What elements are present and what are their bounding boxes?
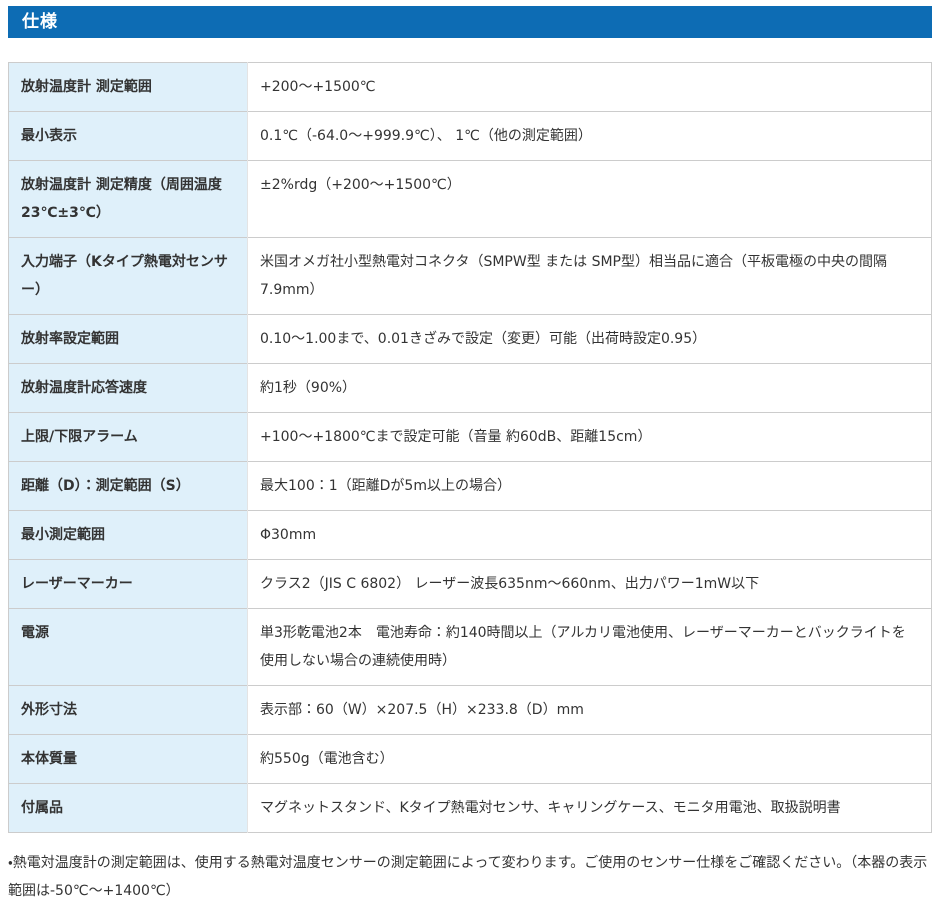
table-row: 放射温度計 測定精度（周囲温度23℃±3℃） ±2%rdg（+200〜+1500…: [9, 161, 932, 238]
spec-value: 米国オメガ社小型熱電対コネクタ（SMPW型 または SMP型）相当品に適合（平板…: [248, 238, 932, 315]
spec-value: 約550g（電池含む）: [248, 735, 932, 784]
table-row: 電源 単3形乾電池2本 電池寿命：約140時間以上（アルカリ電池使用、レーザーマ…: [9, 609, 932, 686]
table-row: レーザーマーカー クラス2（JIS C 6802） レーザー波長635nm〜66…: [9, 560, 932, 609]
spec-page: 仕様 放射温度計 測定範囲 +200〜+1500℃ 最小表示 0.1℃（-64.…: [0, 0, 940, 915]
table-row: 外形寸法 表示部：60（W）×207.5（H）×233.8（D）mm: [9, 686, 932, 735]
spec-label: レーザーマーカー: [9, 560, 248, 609]
spec-value: クラス2（JIS C 6802） レーザー波長635nm〜660nm、出力パワー…: [248, 560, 932, 609]
spec-label: 放射温度計 測定範囲: [9, 63, 248, 112]
spec-value: +200〜+1500℃: [248, 63, 932, 112]
spec-label: 放射温度計 測定精度（周囲温度23℃±3℃）: [9, 161, 248, 238]
footer-note: ・熱電対温度計の測定範囲は、使用する熱電対温度センサーの測定範囲によって変わりま…: [8, 849, 932, 905]
spec-label: 入力端子（Kタイプ熱電対センサー）: [9, 238, 248, 315]
spec-table-body: 放射温度計 測定範囲 +200〜+1500℃ 最小表示 0.1℃（-64.0〜+…: [9, 63, 932, 833]
table-row: 入力端子（Kタイプ熱電対センサー） 米国オメガ社小型熱電対コネクタ（SMPW型 …: [9, 238, 932, 315]
table-row: 放射温度計応答速度 約1秒（90%）: [9, 364, 932, 413]
spec-value: 最大100：1（距離Dが5m以上の場合）: [248, 462, 932, 511]
spec-label: 付属品: [9, 784, 248, 833]
section-header: 仕様: [8, 6, 932, 38]
table-row: 付属品 マグネットスタンド、Kタイプ熱電対センサ、キャリングケース、モニタ用電池…: [9, 784, 932, 833]
spec-label: 距離（D）：測定範囲（S）: [9, 462, 248, 511]
spec-value: +100〜+1800℃まで設定可能（音量 約60dB、距離15cm）: [248, 413, 932, 462]
spec-value: 約1秒（90%）: [248, 364, 932, 413]
spec-value: 0.1℃（-64.0〜+999.9℃）、 1℃（他の測定範囲）: [248, 112, 932, 161]
spec-table: 放射温度計 測定範囲 +200〜+1500℃ 最小表示 0.1℃（-64.0〜+…: [8, 62, 932, 833]
spec-value: 0.10〜1.00まで、0.01きざみで設定（変更）可能（出荷時設定0.95）: [248, 315, 932, 364]
spec-label: 上限/下限アラーム: [9, 413, 248, 462]
spec-label: 電源: [9, 609, 248, 686]
spec-value: マグネットスタンド、Kタイプ熱電対センサ、キャリングケース、モニタ用電池、取扱説…: [248, 784, 932, 833]
table-row: 距離（D）：測定範囲（S） 最大100：1（距離Dが5m以上の場合）: [9, 462, 932, 511]
spec-label: 放射温度計応答速度: [9, 364, 248, 413]
table-row: 最小表示 0.1℃（-64.0〜+999.9℃）、 1℃（他の測定範囲）: [9, 112, 932, 161]
spec-value: 単3形乾電池2本 電池寿命：約140時間以上（アルカリ電池使用、レーザーマーカー…: [248, 609, 932, 686]
table-row: 上限/下限アラーム +100〜+1800℃まで設定可能（音量 約60dB、距離1…: [9, 413, 932, 462]
spec-label: 本体質量: [9, 735, 248, 784]
table-row: 本体質量 約550g（電池含む）: [9, 735, 932, 784]
table-row: 放射温度計 測定範囲 +200〜+1500℃: [9, 63, 932, 112]
spec-label: 最小表示: [9, 112, 248, 161]
spec-label: 最小測定範囲: [9, 511, 248, 560]
spec-label: 放射率設定範囲: [9, 315, 248, 364]
spec-value: Φ30mm: [248, 511, 932, 560]
spec-label: 外形寸法: [9, 686, 248, 735]
table-row: 放射率設定範囲 0.10〜1.00まで、0.01きざみで設定（変更）可能（出荷時…: [9, 315, 932, 364]
page-title: 仕様: [22, 12, 58, 32]
spec-value: ±2%rdg（+200〜+1500℃）: [248, 161, 932, 238]
spec-value: 表示部：60（W）×207.5（H）×233.8（D）mm: [248, 686, 932, 735]
table-row: 最小測定範囲 Φ30mm: [9, 511, 932, 560]
